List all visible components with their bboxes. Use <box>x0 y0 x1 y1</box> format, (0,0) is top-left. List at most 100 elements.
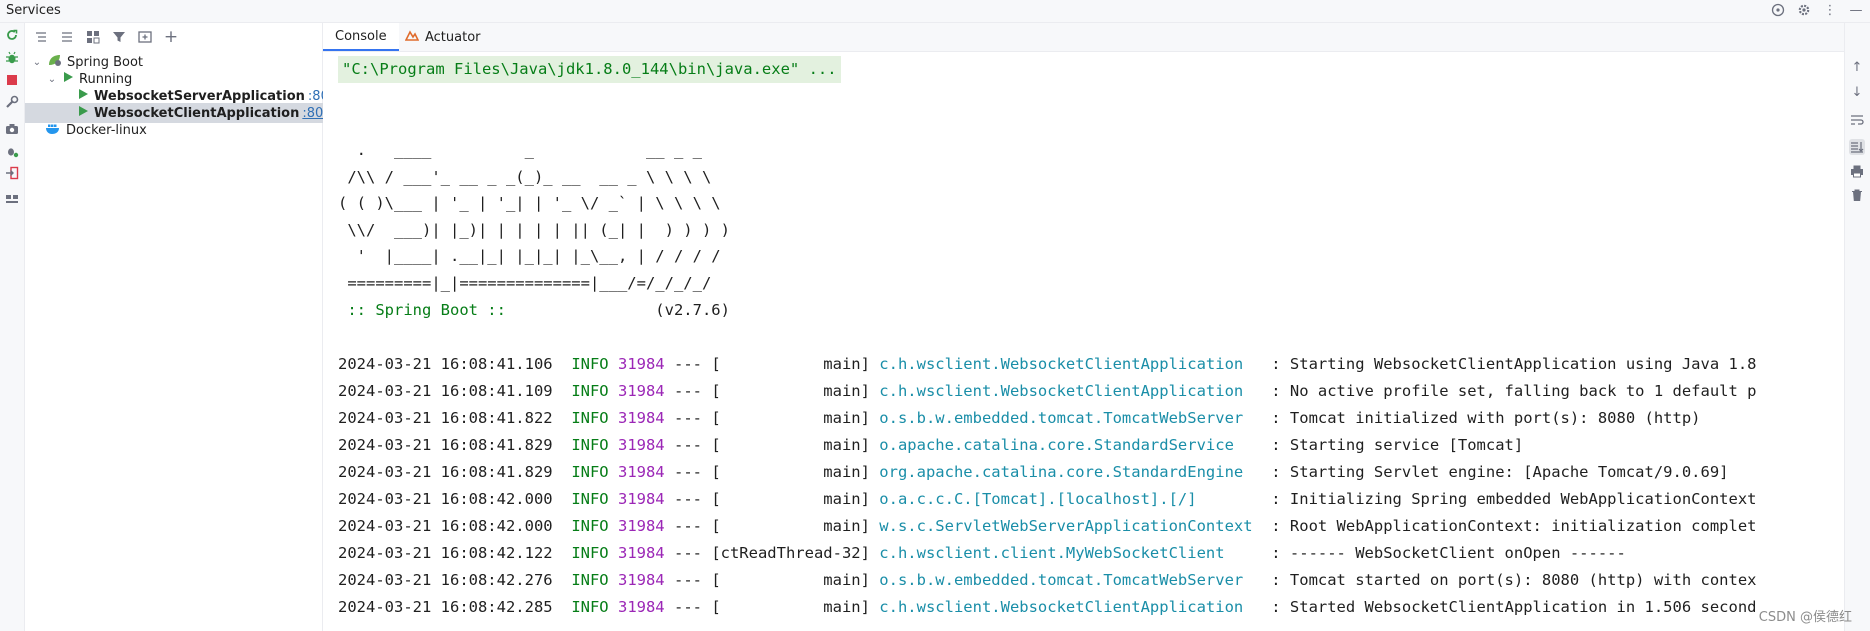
log-pid: 31984 <box>617 355 665 373</box>
arrow-up-icon[interactable]: ↑ <box>1849 59 1865 75</box>
run-console-panel: Console Actuator "C:\Program Files\Java\… <box>323 23 1845 631</box>
log-pid: 31984 <box>617 382 665 400</box>
crosshair-icon[interactable] <box>1770 2 1786 18</box>
log-message: : Tomcat started on port(s): 8080 (http)… <box>1261 571 1757 589</box>
log-message: : ------ WebSocketClient onOpen ------ <box>1261 544 1626 562</box>
minimize-icon[interactable]: — <box>1848 2 1864 18</box>
console-output[interactable]: "C:\Program Files\Java\jdk1.8.0_144\bin\… <box>323 52 1845 631</box>
log-level: INFO <box>571 571 609 589</box>
actuator-icon <box>404 28 420 46</box>
log-timestamp: 2024-03-21 16:08:41.829 <box>338 436 553 454</box>
filter-icon[interactable] <box>109 27 129 47</box>
group-by-icon[interactable] <box>83 27 103 47</box>
rerun-icon[interactable] <box>4 27 20 43</box>
log-pid: 31984 <box>617 409 665 427</box>
log-logger[interactable]: o.a.c.c.C.[Tomcat].[localhost].[/] <box>879 490 1262 508</box>
log-timestamp: 2024-03-21 16:08:42.276 <box>338 571 553 589</box>
log-logger[interactable]: o.s.b.w.embedded.tomcat.TomcatWebServer <box>879 409 1262 427</box>
camera-icon[interactable] <box>4 121 20 137</box>
run-icon <box>77 105 89 121</box>
chevron-down-icon[interactable]: ⌄ <box>31 57 43 68</box>
log-logger[interactable]: org.apache.catalina.core.StandardEngine <box>879 463 1262 481</box>
log-line: 2024-03-21 16:08:42.122 INFO 31984 --- [… <box>338 540 1757 567</box>
log-logger[interactable]: c.h.wsclient.WebsocketClientApplication <box>879 355 1262 373</box>
login-icon[interactable] <box>4 165 20 181</box>
log-line: 2024-03-21 16:08:41.829 INFO 31984 --- [… <box>338 432 1757 459</box>
log-line: 2024-03-21 16:08:41.822 INFO 31984 --- [… <box>338 405 1757 432</box>
spring-boot-version-line: :: Spring Boot :: (v2.7.6) <box>338 297 730 324</box>
log-timestamp: 2024-03-21 16:08:42.000 <box>338 517 553 535</box>
log-logger[interactable]: o.s.b.w.embedded.tomcat.TomcatWebServer <box>879 571 1262 589</box>
log-thread: --- [ main] <box>664 409 880 427</box>
log-pid: 31984 <box>617 544 665 562</box>
console-right-toolbar: ↑ ↓ <box>1844 23 1870 631</box>
log-message: : Starting Servlet engine: [Apache Tomca… <box>1261 463 1729 481</box>
tab-label: Console <box>335 28 387 44</box>
log-thread: --- [ main] <box>664 355 880 373</box>
arrow-down-icon[interactable]: ↓ <box>1849 84 1865 100</box>
more-icon[interactable]: ⋮ <box>1822 2 1838 18</box>
log-pid: 31984 <box>617 598 665 616</box>
log-level: INFO <box>571 436 609 454</box>
log-timestamp: 2024-03-21 16:08:41.109 <box>338 382 553 400</box>
tab-strip: Console Actuator <box>323 23 1845 52</box>
tree-item-label: WebsocketServerApplication <box>94 88 305 104</box>
log-message: : Root WebApplicationContext: initializa… <box>1261 517 1757 535</box>
log-line: 2024-03-21 16:08:41.109 INFO 31984 --- [… <box>338 378 1757 405</box>
log-line: 2024-03-21 16:08:42.276 INFO 31984 --- [… <box>338 567 1757 594</box>
log-level: INFO <box>571 463 609 481</box>
log-logger[interactable]: c.h.wsclient.WebsocketClientApplication <box>879 382 1262 400</box>
soft-wrap-icon[interactable] <box>1849 112 1865 128</box>
log-message: : Starting WebsocketClientApplication us… <box>1261 355 1757 373</box>
log-logger[interactable]: c.h.wsclient.client.MyWebSocketClient <box>879 544 1262 562</box>
chevron-down-icon[interactable]: ⌄ <box>46 74 58 85</box>
log-logger[interactable]: o.apache.catalina.core.StandardService <box>879 436 1262 454</box>
log-line: 2024-03-21 16:08:42.000 INFO 31984 --- [… <box>338 486 1757 513</box>
log-line: 2024-03-21 16:08:41.829 INFO 31984 --- [… <box>338 459 1757 486</box>
run-icon <box>62 71 74 87</box>
log-logger[interactable]: w.s.c.ServletWebServerApplicationContext <box>879 517 1262 535</box>
print-icon[interactable] <box>1849 163 1865 179</box>
tree-item-label: Spring Boot <box>67 54 144 70</box>
services-left-toolbar <box>0 23 25 631</box>
tab-console[interactable]: Console <box>323 23 399 51</box>
new-tab-icon[interactable] <box>135 27 155 47</box>
log-pid: 31984 <box>617 436 665 454</box>
log-thread: --- [ main] <box>664 517 880 535</box>
log-pid: 31984 <box>617 490 665 508</box>
debug-settings-icon[interactable] <box>4 143 20 159</box>
wrench-icon[interactable] <box>4 94 20 110</box>
spring-ascii-banner: . ____ _ __ _ _ /\\ / ___'_ __ _ _(_)_ _… <box>338 141 730 292</box>
log-pid: 31984 <box>617 463 665 481</box>
tree-item-label: Running <box>79 71 133 87</box>
tab-actuator[interactable]: Actuator <box>393 23 493 51</box>
tree-toolbar: + <box>25 23 322 51</box>
services-tree-panel: + ⌄ Spring Boot ⌄ Running WebsocketServe… <box>25 23 374 631</box>
log-timestamp: 2024-03-21 16:08:41.106 <box>338 355 553 373</box>
debug-icon[interactable] <box>4 50 20 66</box>
log-message: : Tomcat initialized with port(s): 8080 … <box>1261 409 1701 427</box>
log-level: INFO <box>571 544 609 562</box>
log-logger[interactable]: c.h.wsclient.WebsocketClientApplication <box>879 598 1262 616</box>
gear-icon[interactable] <box>1796 2 1812 18</box>
spring-boot-version: (v2.7.6) <box>515 301 730 319</box>
log-timestamp: 2024-03-21 16:08:42.285 <box>338 598 553 616</box>
log-level: INFO <box>571 382 609 400</box>
tree-item-docker-linux[interactable]: Docker-linux <box>25 120 342 140</box>
add-service-icon[interactable]: + <box>161 27 181 47</box>
scroll-to-end-icon[interactable] <box>1849 139 1865 155</box>
log-thread: --- [ main] <box>664 463 880 481</box>
log-pid: 31984 <box>617 571 665 589</box>
title-bar-actions: ⋮ — <box>1770 2 1864 18</box>
command-line: "C:\Program Files\Java\jdk1.8.0_144\bin\… <box>338 56 841 83</box>
expand-all-icon[interactable] <box>31 27 51 47</box>
log-timestamp: 2024-03-21 16:08:42.000 <box>338 490 553 508</box>
stop-icon[interactable] <box>4 72 20 88</box>
layout-icon[interactable] <box>4 191 20 207</box>
run-icon <box>77 88 89 104</box>
trash-icon[interactable] <box>1849 187 1865 203</box>
spring-boot-label: :: Spring Boot :: <box>338 301 516 319</box>
log-level: INFO <box>571 355 609 373</box>
title-bar: Services ⋮ — <box>0 0 1870 23</box>
collapse-all-icon[interactable] <box>57 27 77 47</box>
